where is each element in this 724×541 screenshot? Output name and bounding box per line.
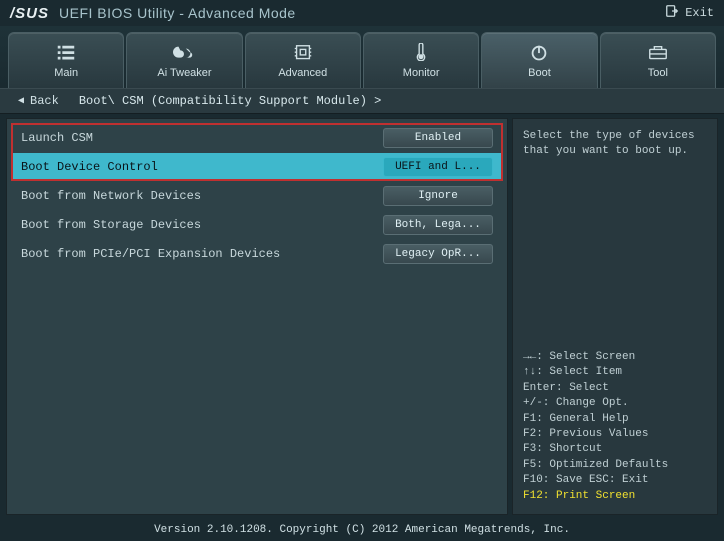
key-line: F2: Previous Values xyxy=(523,427,707,442)
key-line: Enter: Select xyxy=(523,381,707,396)
option-label: Boot from Network Devices xyxy=(21,189,201,203)
tab-label-main: Main xyxy=(54,67,78,79)
chip-icon xyxy=(292,43,314,63)
exit-icon xyxy=(665,4,679,22)
key-line: F10: Save ESC: Exit xyxy=(523,473,707,488)
key-line: F1: General Help xyxy=(523,412,707,427)
back-button[interactable]: ◀ Back xyxy=(8,92,69,110)
key-line: F3: Shortcut xyxy=(523,442,707,457)
help-text: Select the type of devices that you want… xyxy=(523,129,707,160)
tab-monitor[interactable]: Monitor xyxy=(363,32,479,88)
side-panel: Select the type of devices that you want… xyxy=(512,118,718,515)
breadcrumb: ◀ Back Boot\ CSM (Compatibility Support … xyxy=(0,88,724,114)
tab-advanced[interactable]: Advanced xyxy=(245,32,361,88)
option-value[interactable]: UEFI and L... xyxy=(383,157,493,177)
option-label: Boot from PCIe/PCI Expansion Devices xyxy=(21,247,280,261)
thermometer-icon xyxy=(410,43,432,63)
option-boot-storage[interactable]: Boot from Storage Devices Both, Lega... xyxy=(11,211,503,239)
option-boot-device-control[interactable]: Boot Device Control UEFI and L... xyxy=(11,153,503,181)
exit-button[interactable]: Exit xyxy=(665,4,714,22)
breadcrumb-text: Boot\ CSM (Compatibility Support Module)… xyxy=(79,94,381,108)
tab-tool[interactable]: Tool xyxy=(600,32,716,88)
tab-label-ai-tweaker: Ai Tweaker xyxy=(157,67,211,79)
main-panel: Launch CSM Enabled Boot Device Control U… xyxy=(6,118,508,515)
exit-label: Exit xyxy=(685,6,714,20)
tab-label-tool: Tool xyxy=(648,67,668,79)
key-help: →←: Select Screen ↑↓: Select Item Enter:… xyxy=(523,350,707,504)
tab-label-advanced: Advanced xyxy=(278,67,327,79)
option-value[interactable]: Legacy OpR... xyxy=(383,244,493,264)
brand-logo: /SUS xyxy=(10,5,49,22)
tab-ai-tweaker[interactable]: Ai Tweaker xyxy=(126,32,242,88)
footer-text: Version 2.10.1208. Copyright (C) 2012 Am… xyxy=(154,524,570,536)
option-label: Boot Device Control xyxy=(21,160,158,174)
option-value[interactable]: Enabled xyxy=(383,128,493,148)
list-icon xyxy=(55,43,77,63)
option-label: Launch CSM xyxy=(21,131,93,145)
brain-icon xyxy=(173,43,195,63)
option-label: Boot from Storage Devices xyxy=(21,218,201,232)
app-title: UEFI BIOS Utility - Advanced Mode xyxy=(59,5,296,21)
back-arrow-icon: ◀ xyxy=(18,95,24,107)
tab-label-monitor: Monitor xyxy=(403,67,440,79)
option-boot-pcie[interactable]: Boot from PCIe/PCI Expansion Devices Leg… xyxy=(11,240,503,268)
key-line: +/-: Change Opt. xyxy=(523,396,707,411)
back-label: Back xyxy=(30,94,59,108)
key-line: F12: Print Screen xyxy=(523,489,707,504)
tab-main[interactable]: Main xyxy=(8,32,124,88)
option-launch-csm[interactable]: Launch CSM Enabled xyxy=(11,124,503,152)
tab-label-boot: Boot xyxy=(528,67,551,79)
tab-boot[interactable]: Boot xyxy=(481,32,597,88)
key-line: ↑↓: Select Item xyxy=(523,365,707,380)
toolbox-icon xyxy=(647,43,669,63)
option-value[interactable]: Ignore xyxy=(383,186,493,206)
key-line: →←: Select Screen xyxy=(523,350,707,365)
option-boot-network[interactable]: Boot from Network Devices Ignore xyxy=(11,182,503,210)
power-icon xyxy=(528,43,550,63)
key-line: F5: Optimized Defaults xyxy=(523,458,707,473)
option-value[interactable]: Both, Lega... xyxy=(383,215,493,235)
